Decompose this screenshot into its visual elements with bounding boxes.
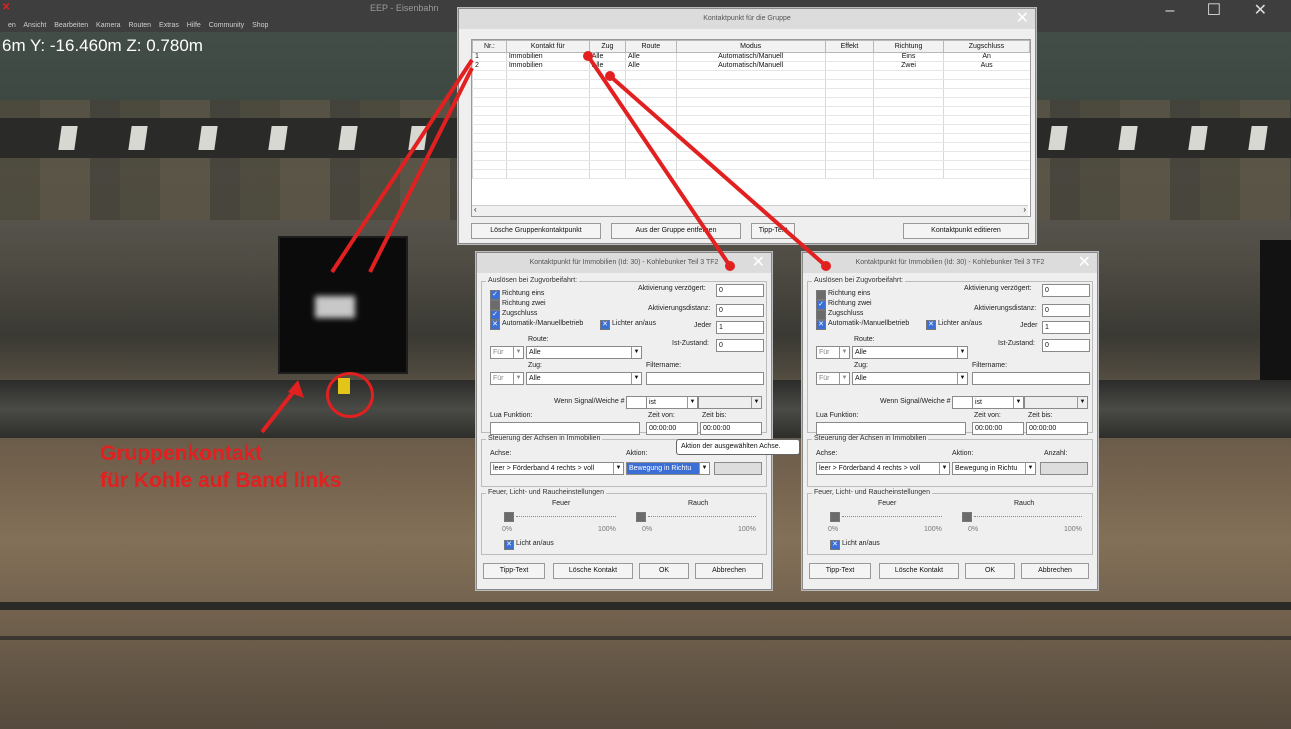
arrow-dot <box>583 51 593 61</box>
annotation-arrows <box>260 51 831 434</box>
arrow-dot <box>821 261 831 271</box>
arrow-line <box>608 74 828 268</box>
arrow-line <box>330 58 474 274</box>
arrow-dot <box>725 261 735 271</box>
arrow-line <box>368 67 474 273</box>
arrow-dot <box>605 71 615 81</box>
